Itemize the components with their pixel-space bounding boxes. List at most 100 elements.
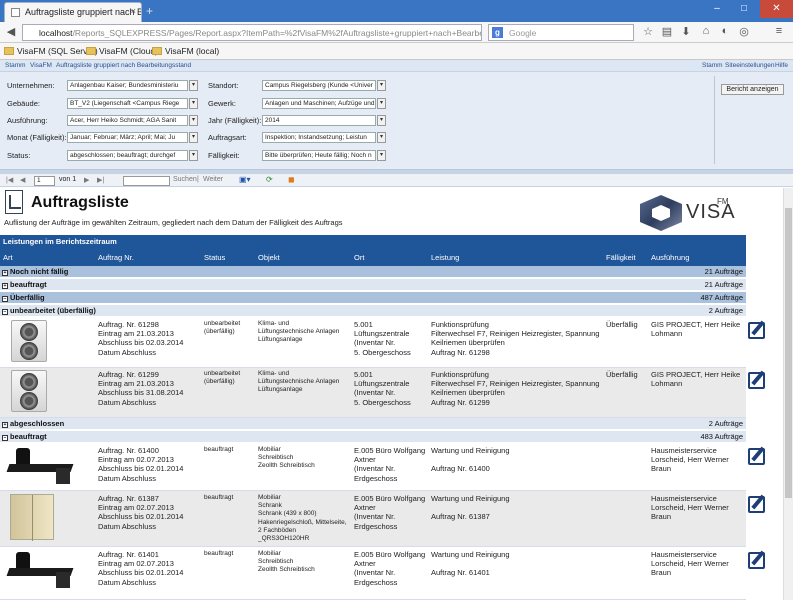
cell-faelligkeit: Überfällig [606, 370, 638, 379]
folder-icon [86, 47, 96, 55]
home-icon[interactable]: ⌂ [698, 25, 714, 40]
window-maximize-button[interactable]: □ [731, 0, 757, 18]
param-label-monat: Monat (Fälligkeit): [7, 133, 67, 142]
google-icon: g [492, 27, 503, 38]
search-input[interactable]: g Google [488, 24, 634, 41]
addon-icon[interactable]: ◐ [717, 25, 733, 40]
last-page-icon[interactable]: ▶| [97, 176, 104, 184]
menu-icon[interactable]: ≡ [771, 25, 787, 40]
param-gebaeude[interactable]: BT_V2 (Liegenschaft <Campus Riege [67, 98, 188, 109]
dropdown-icon[interactable]: ▾ [189, 80, 198, 91]
param-label-ausfuehrung: Ausführung: [7, 116, 48, 125]
expand-icon[interactable]: + [2, 422, 8, 428]
param-jahr[interactable]: 2014 [262, 115, 376, 126]
link-hilfe[interactable]: Hilfe [775, 62, 788, 69]
edit-order-icon[interactable] [748, 550, 766, 569]
find-next-link[interactable]: Weiter [203, 176, 223, 183]
group-unbearbeitet[interactable]: − unbearbeitet (überfällig) 2 Aufträge [0, 305, 746, 316]
cell-status: unbearbeitet (überfällig) [204, 370, 241, 386]
previous-page-icon[interactable]: ◀ [20, 176, 25, 184]
page-number-input[interactable]: 1 [34, 176, 55, 186]
cell-leistung: Funktionsprüfung Filterwechsel F7, Reini… [431, 370, 600, 407]
report-title: Auftragsliste [31, 194, 129, 211]
collapse-icon[interactable]: − [2, 309, 8, 315]
expand-icon[interactable]: + [2, 283, 8, 289]
col-ort: Ort [354, 253, 365, 262]
cell-status: beauftragt [204, 446, 234, 453]
first-page-icon[interactable]: |◀ [6, 176, 13, 184]
param-auftragsart[interactable]: Inspektion; Instandsetzung; Leistun [262, 132, 376, 143]
group-beauftragt-ueberfaellig[interactable]: − beauftragt 483 Aufträge [0, 431, 746, 442]
find-link[interactable]: Suchen [173, 176, 197, 183]
dropdown-icon[interactable]: ▾ [189, 98, 198, 109]
link-stamm[interactable]: Stamm [702, 62, 723, 69]
refresh-icon[interactable]: ⟳ [266, 175, 273, 184]
page-favicon-icon [11, 8, 20, 17]
bookmark-star-icon[interactable]: ☆ [640, 25, 656, 40]
link-siteeinstellungen[interactable]: Siteeinstellungen [725, 62, 775, 69]
cell-status: beauftragt [204, 494, 234, 501]
rss-feed-icon[interactable]: ◼ [288, 175, 295, 184]
visa-cube-icon [640, 195, 682, 231]
param-monat[interactable]: Januar; Februar; März; April; Mai; Ju [67, 132, 188, 143]
tab-close-icon[interactable]: × [131, 6, 136, 16]
reading-list-icon[interactable]: ▤ [659, 25, 675, 40]
cell-leistung: Wartung und Reinigung Auftrag Nr. 61387 [431, 494, 510, 522]
group-ueberfaellig[interactable]: − Überfällig 487 Aufträge [0, 292, 746, 303]
crumb-visafm[interactable]: VisaFM [30, 62, 52, 69]
crumb-report[interactable]: Auftragsliste gruppiert nach Bearbeitung… [56, 62, 191, 69]
browser-tab[interactable]: Auftragsliste gruppiert nach Be... × [4, 2, 142, 22]
tab-title: Auftragsliste gruppiert nach Be... [25, 7, 141, 17]
cell-auftrag: Auftrag. Nr. 61299 Eintrag am 21.03.2013… [98, 370, 184, 407]
new-tab-button[interactable]: + [146, 4, 153, 18]
dropdown-icon[interactable]: ▾ [189, 150, 198, 161]
cell-objekt: Klima- und Lüftungstechnische Anlagen Lü… [258, 370, 340, 394]
bookmark-local[interactable]: VisaFM (local) [152, 46, 219, 56]
cell-leistung: Funktionsprüfung Filterwechsel F7, Reini… [431, 320, 600, 357]
window-close-button[interactable]: ✕ [760, 0, 793, 18]
dropdown-icon[interactable]: ▾ [377, 80, 386, 91]
air-conditioner-image [11, 370, 47, 412]
collapse-icon[interactable]: − [2, 435, 8, 441]
cell-auftrag: Auftrag. Nr. 61401 Eintrag am 02.07.2013… [98, 550, 184, 587]
expand-icon[interactable]: + [2, 270, 8, 276]
dropdown-icon[interactable]: ▾ [377, 150, 386, 161]
view-report-button[interactable]: Bericht anzeigen [721, 84, 784, 95]
dropdown-icon[interactable]: ▾ [377, 132, 386, 143]
export-icon[interactable]: ▣▾ [239, 175, 251, 184]
dropdown-icon[interactable]: ▾ [377, 98, 386, 109]
col-auftrag: Auftrag Nr. [98, 253, 134, 262]
window-minimize-button[interactable]: – [704, 0, 730, 18]
param-unternehmen[interactable]: Anlagenbau Kaiser; Bundesministeriu [67, 80, 188, 91]
download-icon[interactable]: ⬇ [678, 25, 694, 40]
find-input[interactable] [123, 176, 170, 186]
collapse-icon[interactable]: − [2, 296, 8, 302]
dropdown-icon[interactable]: ▾ [189, 132, 198, 143]
crumb-stamm[interactable]: Stamm [5, 62, 26, 69]
next-page-icon[interactable]: ▶ [84, 176, 89, 184]
group-noch-nicht-faellig[interactable]: + Noch nicht fällig 21 Aufträge [0, 266, 746, 277]
edit-order-icon[interactable] [748, 494, 766, 513]
cell-ausfuehrung: GIS PROJECT, Herr Heike Lohmann [651, 370, 741, 389]
param-faelligkeit[interactable]: Bitte überprüfen; Heute fällig; Noch n [262, 150, 376, 161]
edit-order-icon[interactable] [748, 320, 766, 339]
dropdown-icon[interactable]: ▾ [377, 115, 386, 126]
group-abgeschlossen[interactable]: + abgeschlossen 2 Aufträge [0, 418, 746, 429]
group-beauftragt[interactable]: + beauftragt 21 Aufträge [0, 279, 746, 290]
param-status[interactable]: abgeschlossen; beauftragt; durchgef [67, 150, 188, 161]
vertical-scrollbar[interactable] [783, 188, 793, 600]
param-gewerk[interactable]: Anlagen und Maschinen; Aufzüge und [262, 98, 376, 109]
scrollbar-thumb[interactable] [785, 208, 792, 498]
cell-objekt: Mobiliar Schrank Schrank (439 x 800) Hak… [258, 494, 347, 543]
dropdown-icon[interactable]: ▾ [189, 115, 198, 126]
edit-order-icon[interactable] [748, 446, 766, 465]
param-label-gewerk: Gewerk: [208, 99, 236, 108]
sync-icon[interactable]: ◎ [736, 25, 752, 40]
param-ausfuehrung[interactable]: Acer, Herr Heiko Schmidt; AGA Sanit [67, 115, 188, 126]
bookmark-sql-server[interactable]: VisaFM (SQL Server) [4, 46, 98, 56]
edit-order-icon[interactable] [748, 370, 766, 389]
url-bar[interactable]: localhost/Reports_SQLEXPRESS/Pages/Repor… [22, 24, 482, 41]
bookmark-cloud[interactable]: VisaFM (Cloud) [86, 46, 158, 56]
param-standort[interactable]: Campus Riegelsberg (Kunde <Univer [262, 80, 376, 91]
back-icon[interactable]: ◀ [3, 25, 19, 40]
